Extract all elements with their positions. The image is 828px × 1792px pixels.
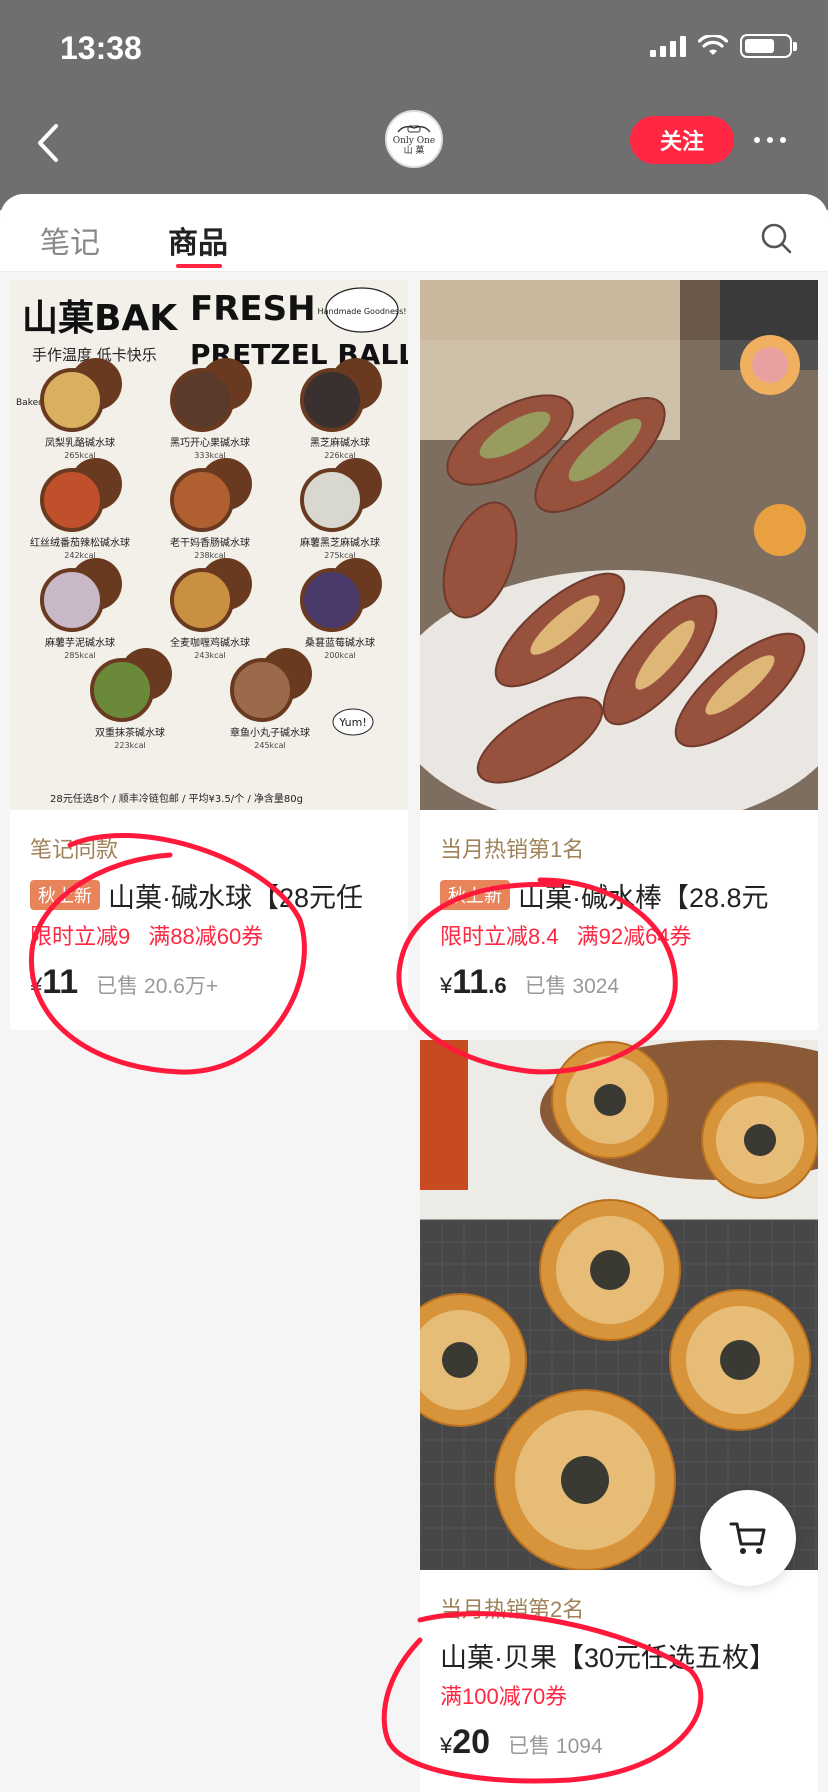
- tab-bar: [0, 194, 828, 272]
- poster-title-fresh: FRESH: [190, 289, 316, 329]
- shop-logo-text: Only One: [392, 136, 436, 146]
- price-row: ¥ 20 已售 1094: [440, 1723, 798, 1767]
- price-integer: 20: [452, 1723, 491, 1761]
- price-decimal: .6: [488, 973, 507, 998]
- poster-item-name: 黑巧开心果碱水球: [170, 436, 250, 449]
- sold-count: 已售 20.6万+: [96, 975, 219, 998]
- price-integer: 11: [452, 963, 489, 1001]
- shop-logo-subtext: 山 菓: [403, 146, 425, 156]
- product-title: 山菓·碱水棒【28.8元: [518, 882, 769, 913]
- pretzel-ball-cut: [40, 568, 104, 632]
- poster-bubble-text: Handmade Goodness!: [318, 307, 407, 316]
- product-rank-label: 当月热销第1名: [440, 837, 585, 862]
- poster-title-left: 山菓BAK: [22, 298, 178, 339]
- poster-item-name: 红丝绒番茄辣松碱水球: [30, 536, 130, 549]
- product-card-pretzel-stick[interactable]: 当月热销第1名 秋上新 山菓·碱水棒【28.8元 限时立减8.4 满92减64券 …: [420, 280, 818, 1030]
- price-integer: 11: [42, 963, 79, 1001]
- product-title-row: 秋上新 山菓·碱水球【28元任: [30, 877, 388, 913]
- sold-count: 已售 1094: [508, 1735, 603, 1758]
- pretzel-ball-cut: [90, 658, 154, 722]
- price-row: ¥ 11 已售 20.6万+: [30, 963, 388, 1007]
- pretzel-ball-cut: [300, 368, 364, 432]
- search-icon[interactable]: [760, 222, 792, 254]
- promo-row: 满100减70券: [440, 1681, 798, 1713]
- promo-tag: 满92减64券: [576, 924, 692, 949]
- price-currency: ¥: [30, 973, 43, 998]
- status-time: 13:38: [60, 30, 142, 66]
- product-title-row: 山菓·贝果【30元任选五枚】: [440, 1637, 798, 1673]
- poster-item-kcal: 245kcal: [254, 741, 285, 750]
- poster-item-name: 老干妈香肠碱水球: [170, 536, 250, 549]
- battery-icon: [740, 34, 797, 58]
- pretzel-ball-cut: [170, 468, 234, 532]
- promo-tag: 满100减70券: [440, 1684, 568, 1709]
- shopping-cart-icon: [729, 1522, 766, 1554]
- product-image-pretzel-stick: [420, 280, 818, 810]
- product-rank-label: 当月热销第2名: [440, 1597, 585, 1622]
- poster-item-name: 双重抹茶碱水球: [95, 726, 165, 739]
- product-info: 当月热销第1名 秋上新 山菓·碱水棒【28.8元 限时立减8.4 满92减64券 …: [420, 835, 818, 1007]
- promo-tag: 限时立减8.4: [440, 924, 559, 949]
- promo-tag: 满88减60券: [148, 924, 264, 949]
- active-tab-indicator: [176, 264, 222, 268]
- product-card-bagel[interactable]: 当月热销第2名 山菓·贝果【30元任选五枚】 满100减70券 ¥ 20 已售 …: [420, 1040, 818, 1792]
- product-rank-label: 笔记同款: [30, 837, 119, 862]
- poster-item-name: 桑葚蓝莓碱水球: [305, 636, 375, 649]
- cellular-signal-icon: [650, 35, 686, 57]
- pretzel-ball-cut: [170, 368, 234, 432]
- more-options-icon[interactable]: [754, 128, 794, 152]
- sold-count: 已售 3024: [524, 975, 620, 998]
- product-title: 山菓·碱水球【28元任: [108, 882, 364, 913]
- tab-notes[interactable]: 笔记: [40, 218, 100, 262]
- promo-row: 限时立减8.4 满92减64券: [440, 921, 798, 953]
- price-currency: ¥: [440, 1733, 453, 1758]
- poster-item-kcal: 223kcal: [114, 741, 145, 750]
- wifi-icon: [698, 35, 728, 55]
- pretzel-ball-cut: [40, 468, 104, 532]
- price-currency: ¥: [440, 973, 453, 998]
- poster-item-kcal: 243kcal: [194, 651, 225, 660]
- pretzel-ball-cut: [230, 658, 294, 722]
- poster-item-name: 章鱼小丸子碱水球: [230, 726, 310, 739]
- pretzel-ball-cut: [40, 368, 104, 432]
- pretzel-ball-cut: [170, 568, 234, 632]
- poster-yum-text: Yum!: [338, 716, 367, 729]
- product-title: 山菓·贝果【30元任选五枚】: [440, 1642, 777, 1673]
- promo-row: 限时立减9 满88减60券: [30, 921, 388, 953]
- status-icons: [650, 34, 797, 58]
- poster-item-name: 麻薯芋泥碱水球: [45, 636, 115, 649]
- new-badge: 秋上新: [440, 880, 510, 910]
- product-info: 当月热销第2名 山菓·贝果【30元任选五枚】 满100减70券 ¥ 20 已售 …: [420, 1595, 818, 1767]
- pretzel-ball-cut: [300, 468, 364, 532]
- poster-item-name: 黑芝麻碱水球: [310, 436, 370, 449]
- poster-item-kcal: 285kcal: [64, 651, 95, 660]
- product-title-row: 秋上新 山菓·碱水棒【28.8元: [440, 877, 798, 913]
- shopping-cart-button[interactable]: [700, 1490, 796, 1586]
- poster-item-name: 麻薯黑芝麻碱水球: [300, 536, 380, 549]
- follow-button[interactable]: 关注: [630, 116, 734, 164]
- shop-avatar[interactable]: Only One 山 菓: [385, 110, 443, 168]
- pretzel-ball-cut: [300, 568, 364, 632]
- new-badge: 秋上新: [30, 880, 100, 910]
- poster-footer: 28元任选8个 / 顺丰冷链包邮 / 平均¥3.5/个 / 净含量80g: [50, 792, 303, 805]
- product-card-pretzel-ball[interactable]: 山菓BAK FRESH PRETZEL BALL 手作温度 低卡快乐 Handm…: [10, 280, 408, 1030]
- poster-item-kcal: 200kcal: [324, 651, 355, 660]
- promo-tag: 限时立减9: [30, 924, 131, 949]
- poster-item-name: 凤梨乳酪碱水球: [45, 436, 115, 449]
- tab-products[interactable]: 商品: [168, 218, 228, 262]
- price-row: ¥ 11 .6 已售 3024: [440, 963, 798, 1007]
- product-image-pretzel-ball: 山菓BAK FRESH PRETZEL BALL 手作温度 低卡快乐 Handm…: [10, 280, 408, 810]
- back-arrow-icon[interactable]: [30, 120, 70, 166]
- poster-item-name: 全麦咖喱鸡碱水球: [170, 636, 250, 649]
- shop-logo-icon: [397, 125, 431, 133]
- product-info: 笔记同款 秋上新 山菓·碱水球【28元任 限时立减9 满88减60券 ¥ 11 已…: [10, 835, 408, 1007]
